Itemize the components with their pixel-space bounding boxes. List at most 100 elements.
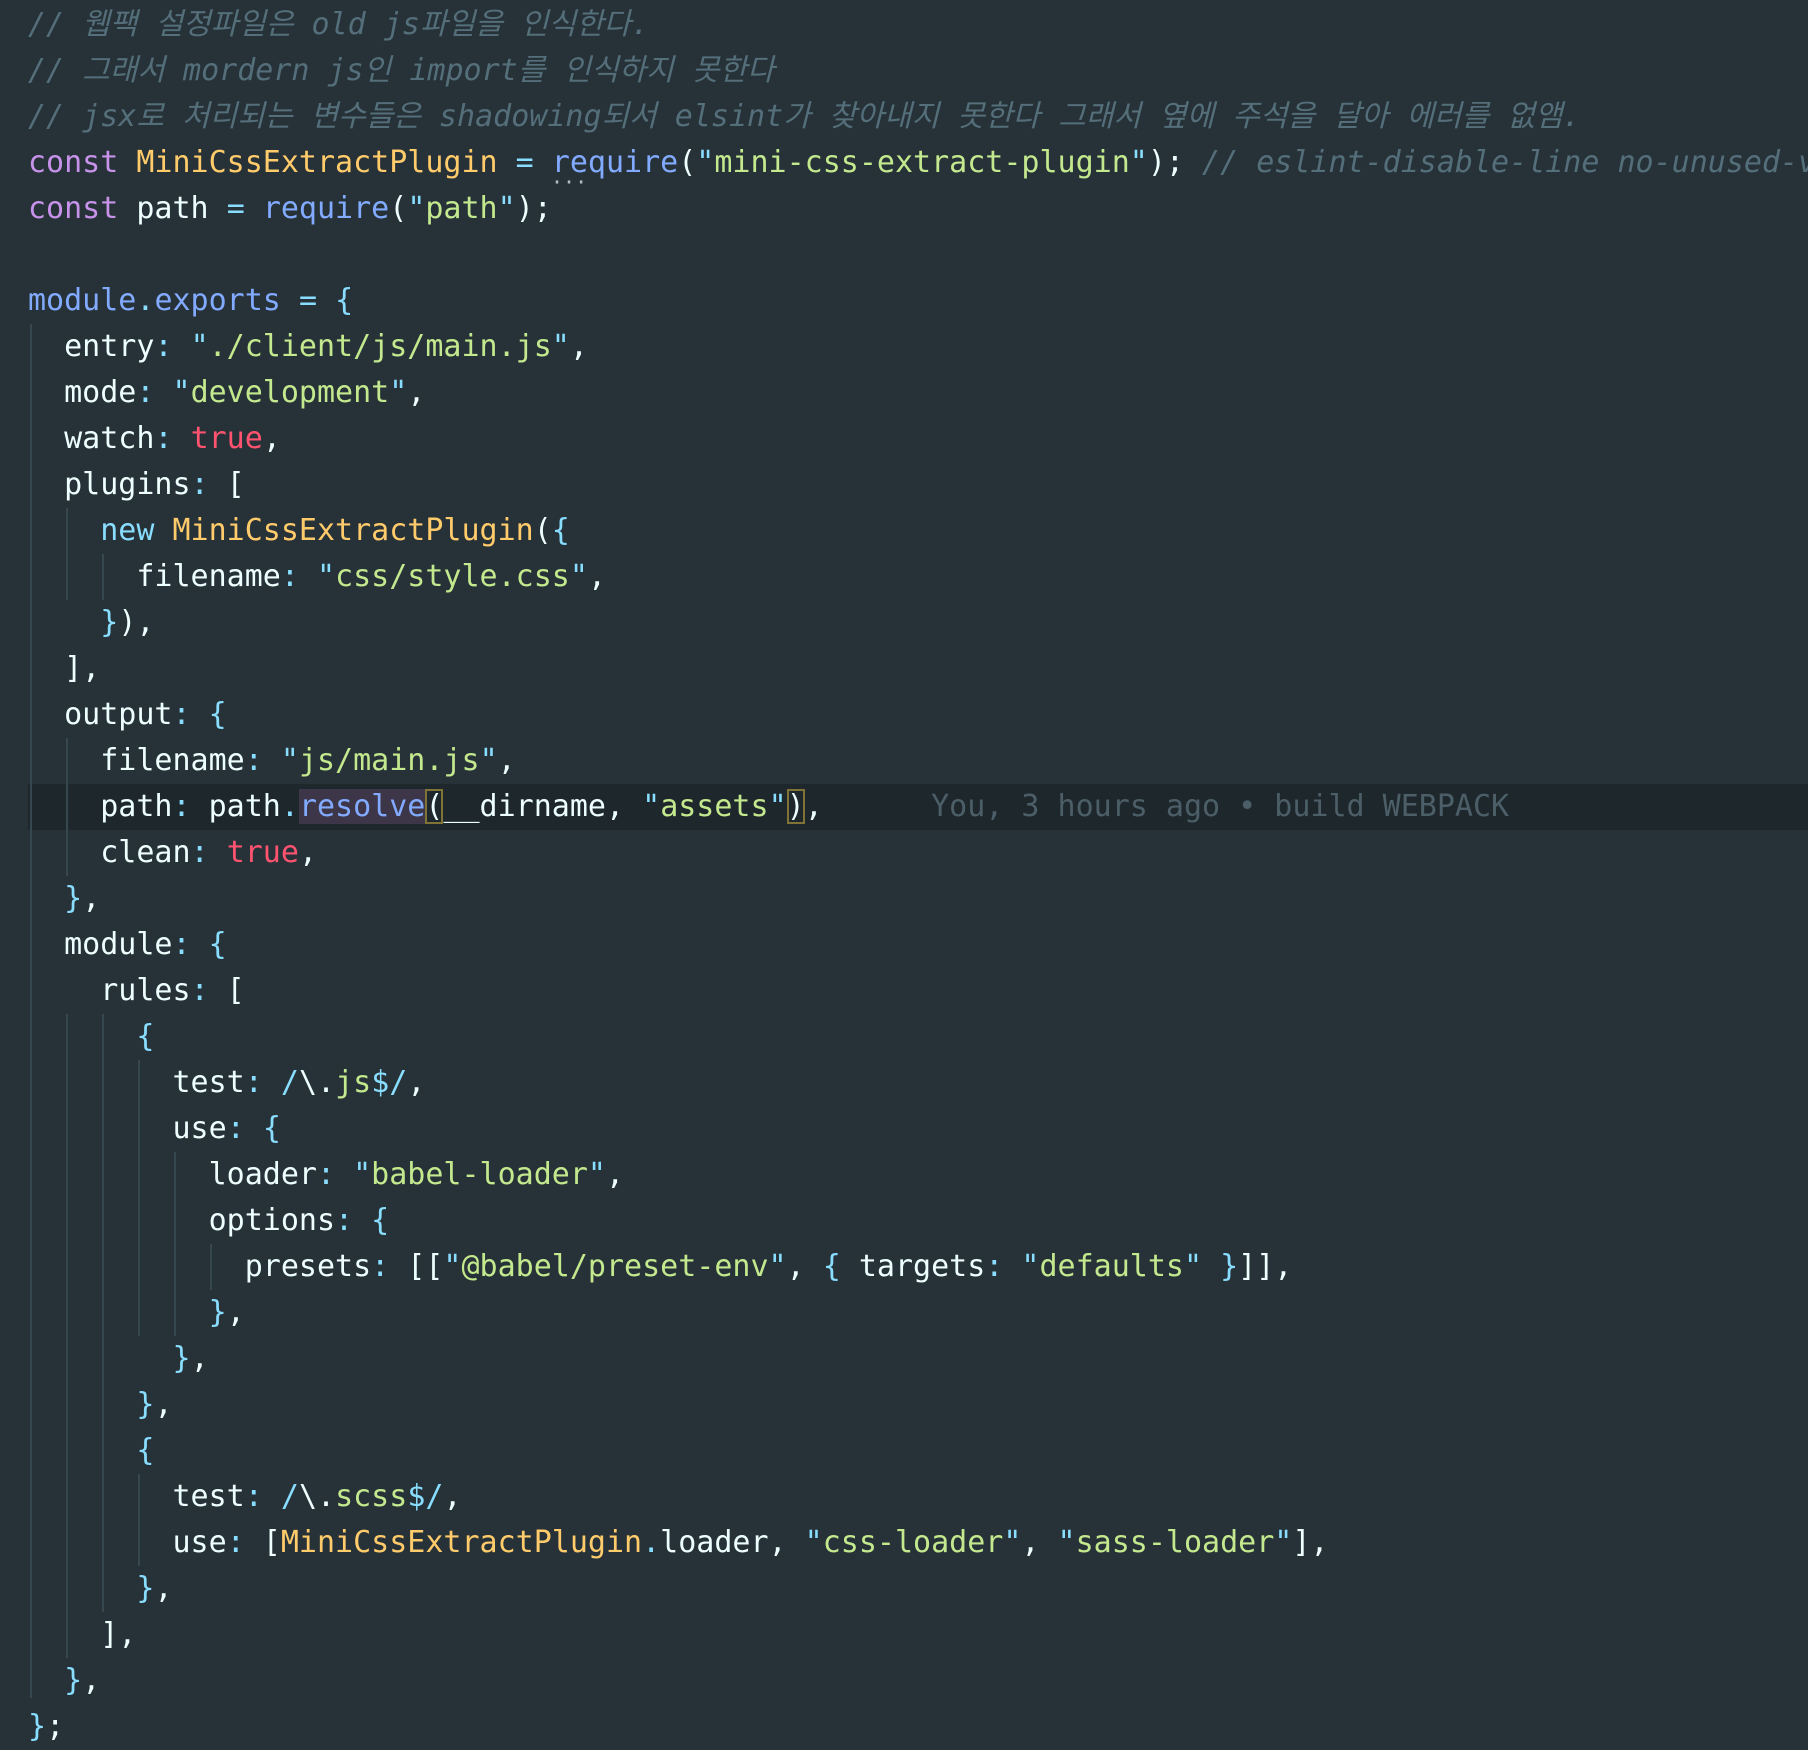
punctuation-token: :	[244, 743, 263, 778]
punctuation-token: "	[1183, 1249, 1203, 1284]
code-line[interactable]: {	[28, 1014, 1808, 1060]
string-token: defaults	[1039, 1249, 1184, 1284]
punctuation-token: }	[100, 605, 119, 640]
code-line[interactable]: ],	[28, 646, 1808, 692]
code-line[interactable]: ],	[28, 1612, 1808, 1658]
keyword-token: const	[28, 191, 137, 226]
text-token: [	[244, 1525, 281, 1560]
code-line[interactable]: plugins: [	[28, 462, 1808, 508]
code-line[interactable]: rules: [	[28, 968, 1808, 1014]
punctuation-token: {	[208, 927, 227, 962]
code-line[interactable]: // jsx로 처리되는 변수들은 shadowing되서 elsint가 찾아…	[28, 94, 1808, 140]
string-token: mini-css-extract-plugin	[714, 145, 1130, 180]
punctuation-token: "	[1129, 145, 1148, 180]
text-token: (	[533, 513, 552, 548]
code-line[interactable]: },	[28, 1290, 1808, 1336]
text-token: use	[28, 1525, 227, 1560]
punctuation-token: .	[642, 1525, 661, 1560]
code-line[interactable]: },	[28, 1658, 1808, 1704]
code-line[interactable]: path: path.resolve(__dirname, "assets"),…	[28, 784, 1808, 830]
code-line[interactable]: presets: [["@babel/preset-env", { target…	[28, 1244, 1808, 1290]
punctuation-token: "	[407, 191, 426, 226]
text-token: ,	[82, 1663, 101, 1698]
punctuation-token: "	[804, 1525, 823, 1560]
punctuation-token: =	[298, 283, 317, 318]
code-line[interactable]: // 웹팩 설정파일은 old js파일을 인식한다.	[28, 2, 1808, 48]
text-token: rules	[28, 973, 191, 1008]
punctuation-token: "	[569, 559, 588, 594]
function-token: module	[28, 283, 137, 318]
problem-hint-dots-icon[interactable]: ···	[551, 172, 587, 192]
code-line[interactable]: }),	[28, 600, 1808, 646]
code-line[interactable]: loader: "babel-loader",	[28, 1152, 1808, 1198]
punctuation-token: =	[515, 145, 534, 180]
code-line[interactable]: // 그래서 mordern js인 import를 인식하지 못한다	[28, 48, 1808, 94]
code-line[interactable]: filename: "css/style.css",	[28, 554, 1808, 600]
code-line[interactable]: };	[28, 1704, 1808, 1750]
text-token: loader	[28, 1157, 317, 1192]
punctuation-token: "	[642, 789, 661, 824]
code-line[interactable]: entry: "./client/js/main.js",	[28, 324, 1808, 370]
punctuation-token: :	[371, 1249, 390, 1284]
punctuation-token: }	[28, 1709, 47, 1744]
text-token: path	[28, 789, 173, 824]
code-line[interactable]: use: [MiniCssExtractPlugin.loader, "css-…	[28, 1520, 1808, 1566]
code-line[interactable]: options: {	[28, 1198, 1808, 1244]
code-line[interactable]: },	[28, 876, 1808, 922]
punctuation-token: :	[280, 559, 299, 594]
code-line[interactable]: clean: true,	[28, 830, 1808, 876]
boolean-token: true	[226, 835, 299, 870]
code-line[interactable]: },	[28, 1336, 1808, 1382]
punctuation-token: =	[226, 191, 245, 226]
code-line[interactable]: filename: "js/main.js",	[28, 738, 1808, 784]
code-line[interactable]: watch: true,	[28, 416, 1808, 462]
matched-bracket: )	[786, 789, 805, 824]
punctuation-token: :	[226, 1525, 245, 1560]
code-line[interactable]: {	[28, 1428, 1808, 1474]
code-line[interactable]: test: /\.scss$/,	[28, 1474, 1808, 1520]
code-line[interactable]: const path = require("path");	[28, 186, 1808, 232]
punctuation-token: :	[244, 1479, 263, 1514]
text-token: loader,	[660, 1525, 805, 1560]
text-token: ,	[804, 789, 823, 824]
code-line[interactable]: const MiniCssExtractPlugin = require("mi…	[28, 140, 1808, 186]
code-line[interactable]: mode: "development",	[28, 370, 1808, 416]
code-line[interactable]: module: {	[28, 922, 1808, 968]
code-line[interactable]: output: {	[28, 692, 1808, 738]
text-token: use	[28, 1111, 227, 1146]
code-line[interactable]: },	[28, 1566, 1808, 1612]
punctuation-token: "	[1057, 1525, 1076, 1560]
string-token: path	[425, 191, 498, 226]
code-line[interactable]: },	[28, 1382, 1808, 1428]
class-token: MiniCssExtractPlugin	[280, 1525, 643, 1560]
punctuation-token: "	[317, 559, 336, 594]
punctuation-token: :	[136, 375, 155, 410]
punctuation-token: :	[190, 973, 209, 1008]
keyword-token: const	[28, 145, 137, 180]
code-line[interactable]: module.exports = {	[28, 278, 1808, 324]
punctuation-token: }	[208, 1295, 227, 1330]
code-line[interactable]	[28, 232, 1808, 278]
code-line[interactable]: test: /\.js$/,	[28, 1060, 1808, 1106]
code-line[interactable]: use: {	[28, 1106, 1808, 1152]
text-token: (	[678, 145, 697, 180]
code-line[interactable]: new MiniCssExtractPlugin({	[28, 508, 1808, 554]
punctuation-token: }	[64, 1663, 83, 1698]
text-token: ],	[1292, 1525, 1329, 1560]
string-token: sass-loader	[1075, 1525, 1275, 1560]
text-token: test	[28, 1479, 245, 1514]
punctuation-token: }	[172, 1341, 191, 1376]
code-editor[interactable]: // 웹팩 설정파일은 old js파일을 인식한다. // 그래서 morder…	[0, 0, 1808, 1746]
text-token: ]],	[1238, 1249, 1293, 1284]
text-token: entry	[28, 329, 155, 364]
string-token: css/style.css	[335, 559, 570, 594]
punctuation-token: {	[822, 1249, 841, 1284]
